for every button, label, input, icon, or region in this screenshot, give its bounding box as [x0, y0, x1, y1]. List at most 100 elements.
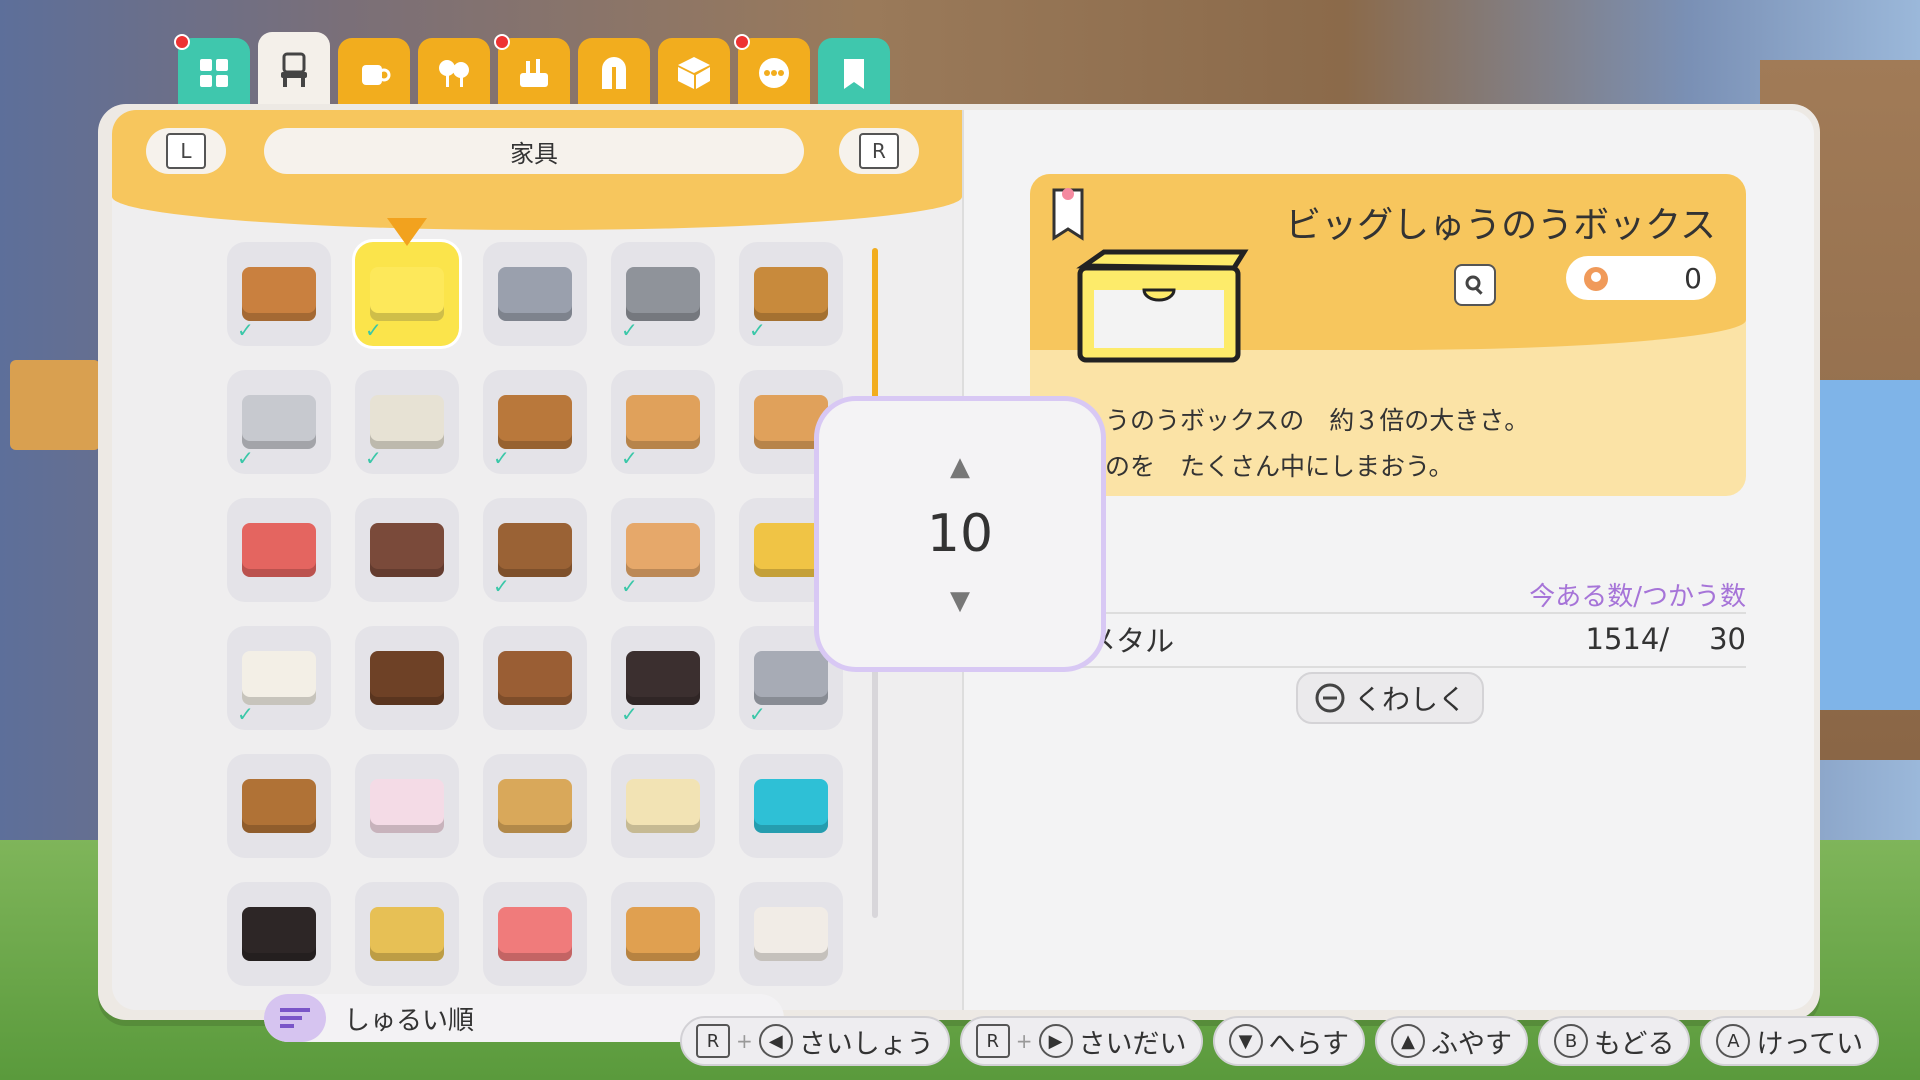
owned-check-icon: ✓: [749, 702, 766, 726]
item-thumbnail: [626, 651, 700, 705]
item-slot[interactable]: ✓: [355, 370, 459, 474]
up-key-icon: ▲: [1391, 1024, 1425, 1058]
tab-special[interactable]: [818, 38, 890, 108]
right-arrow-key-icon: ▶: [1038, 1024, 1073, 1058]
b-key-icon: B: [1554, 1024, 1588, 1058]
owned-check-icon: ✓: [493, 574, 510, 598]
chair-icon: [281, 52, 307, 87]
item-slot[interactable]: ✓: [227, 626, 331, 730]
item-thumbnail: [242, 267, 316, 321]
item-slot[interactable]: [739, 754, 843, 858]
decrease-button[interactable]: ▼ へらす: [1212, 1016, 1365, 1066]
increase-button[interactable]: ▲ ふやす: [1375, 1016, 1528, 1066]
owned-value: 0: [1684, 261, 1702, 295]
scrollbar-thumb[interactable]: [872, 248, 878, 408]
back-button[interactable]: B もどる: [1538, 1016, 1691, 1066]
mug-icon: [362, 65, 391, 85]
r-key-icon: R: [696, 1024, 730, 1058]
item-slot[interactable]: ✓: [483, 370, 587, 474]
down-key-icon: ▼: [1228, 1024, 1263, 1058]
item-description: ゅうのうボックスの 約３倍の大きさ。 ものを たくさん中にしまおう。: [1080, 398, 1529, 490]
tab-goods[interactable]: [338, 38, 410, 108]
bookmark-icon: [1052, 188, 1084, 241]
item-thumbnail: [754, 267, 828, 321]
item-slot[interactable]: [355, 498, 459, 602]
item-slot[interactable]: ✓: [739, 242, 843, 346]
inspect-icon[interactable]: [1454, 264, 1496, 306]
item-thumbnail: [242, 907, 316, 961]
item-slot[interactable]: [355, 754, 459, 858]
confirm-button[interactable]: A けってい: [1700, 1016, 1880, 1066]
owned-count: 0: [1566, 256, 1716, 300]
item-slot[interactable]: [227, 754, 331, 858]
item-grid: ✓ ✓ ✓ ✓ ✓ ✓ ✓ ✓ ✓ ✓ ✓ ✓ ✓: [227, 218, 843, 986]
item-thumbnail: [370, 523, 444, 577]
tab-outdoor[interactable]: [418, 38, 490, 108]
item-thumbnail: [626, 907, 700, 961]
owned-icon: [1584, 267, 1608, 291]
item-slot[interactable]: [483, 882, 587, 986]
r-shoulder-button[interactable]: R: [839, 128, 919, 174]
owned-check-icon: ✓: [621, 574, 638, 598]
item-thumbnail: [370, 779, 444, 833]
item-slot[interactable]: ✓: [611, 498, 715, 602]
item-slot[interactable]: [355, 882, 459, 986]
item-slot[interactable]: [483, 626, 587, 730]
tab-all[interactable]: [174, 34, 250, 108]
item-slot[interactable]: ✓: [227, 370, 331, 474]
item-slot[interactable]: ✓: [355, 218, 459, 346]
decrease-arrow-icon[interactable]: ▼: [950, 586, 970, 616]
l-shoulder-button[interactable]: L: [146, 128, 226, 174]
selection-arrow-icon: [387, 218, 427, 246]
r-key-label: R: [859, 133, 899, 169]
item-slot[interactable]: [739, 882, 843, 986]
item-thumbnail: [498, 907, 572, 961]
min-button[interactable]: R + ◀ さいしょう: [680, 1016, 950, 1066]
details-button[interactable]: くわしく: [1296, 672, 1484, 724]
description-line-1: ゅうのうボックスの 約３倍の大きさ。: [1080, 406, 1530, 435]
quantity-stepper[interactable]: ▲ 10 ▼: [814, 396, 1106, 672]
owned-check-icon: ✓: [621, 702, 638, 726]
tag-icon: [844, 59, 864, 89]
sort-label: しゅるい順: [344, 1005, 475, 1036]
item-thumbnail: [498, 395, 572, 449]
l-key-label: L: [166, 133, 206, 169]
item-slot[interactable]: [355, 626, 459, 730]
item-slot[interactable]: [483, 754, 587, 858]
item-thumbnail: [370, 267, 444, 321]
increase-label: ふやす: [1431, 1028, 1512, 1060]
max-button[interactable]: R + ▶ さいだい: [959, 1016, 1203, 1066]
item-slot[interactable]: [227, 498, 331, 602]
item-slot[interactable]: ✓: [611, 626, 715, 730]
item-slot[interactable]: [611, 882, 715, 986]
tab-kits[interactable]: [734, 34, 810, 108]
max-label: さいだい: [1078, 1028, 1187, 1060]
item-slot[interactable]: ✓: [483, 498, 587, 602]
tab-furniture[interactable]: [258, 32, 330, 108]
minus-button-icon: [1315, 683, 1345, 713]
item-thumbnail: [626, 267, 700, 321]
owned-check-icon: ✓: [365, 446, 382, 470]
tab-utilities[interactable]: [494, 34, 570, 108]
tools-icon: [520, 59, 548, 87]
owned-check-icon: ✓: [621, 318, 638, 342]
grid-icon: [200, 59, 228, 87]
tab-blocks[interactable]: [658, 38, 730, 108]
item-thumbnail: [498, 523, 572, 577]
item-thumbnail: [754, 651, 828, 705]
notify-dot: [734, 34, 750, 50]
item-slot[interactable]: ✓: [611, 242, 715, 346]
item-thumbnail: [242, 395, 316, 449]
item-slot[interactable]: ✓: [227, 242, 331, 346]
item-preview-image: [1076, 249, 1249, 363]
item-slot[interactable]: [611, 754, 715, 858]
increase-arrow-icon[interactable]: ▲: [950, 452, 970, 482]
block-icon: [678, 57, 710, 89]
item-slot[interactable]: [227, 882, 331, 986]
tab-buildings[interactable]: [578, 38, 650, 108]
item-slot[interactable]: [483, 242, 587, 346]
owned-check-icon: ✓: [237, 318, 254, 342]
item-slot[interactable]: ✓: [611, 370, 715, 474]
item-thumbnail: [242, 651, 316, 705]
item-thumbnail: [626, 395, 700, 449]
